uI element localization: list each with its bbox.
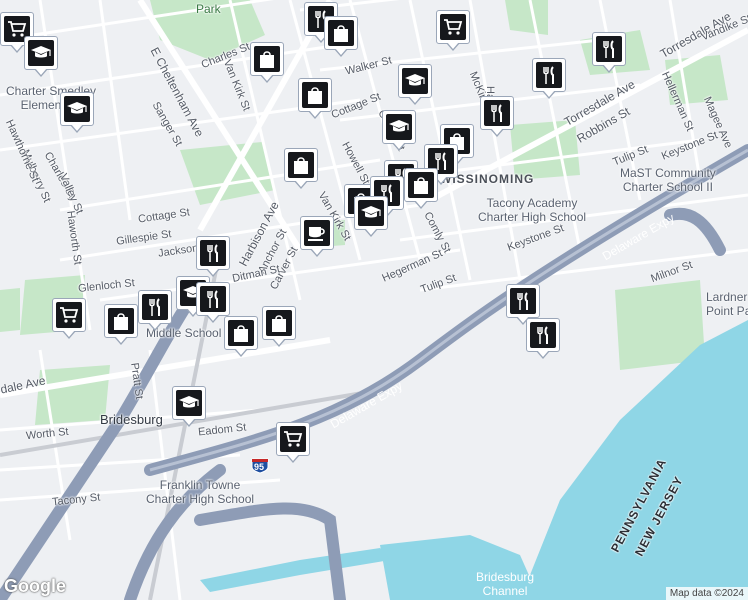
interstate-shield-icon: 95 (251, 458, 269, 474)
graduation-cap-icon (64, 96, 90, 122)
utensils-icon (200, 240, 226, 266)
shopping-bag-icon (228, 320, 254, 346)
utensils-icon (510, 288, 536, 314)
poi-marker[interactable] (60, 92, 94, 133)
poi-marker[interactable] (382, 110, 416, 151)
poi-marker[interactable] (436, 10, 470, 51)
poi-marker[interactable] (104, 304, 138, 345)
park-area (0, 288, 20, 332)
map-base (0, 0, 748, 600)
shopping-bag-icon (254, 46, 280, 72)
poi-marker[interactable] (324, 16, 358, 57)
poi-marker[interactable] (172, 386, 206, 427)
utensils-icon (142, 294, 168, 320)
shopping-bag-icon (302, 82, 328, 108)
google-logo: Google (4, 576, 66, 596)
map-attribution: Map data ©2024 (665, 587, 748, 600)
poi-marker[interactable] (300, 216, 334, 257)
poi-marker[interactable] (250, 42, 284, 83)
graduation-cap-icon (176, 390, 202, 416)
poi-marker[interactable] (298, 78, 332, 119)
poi-marker[interactable] (354, 196, 388, 237)
utensils-icon (536, 62, 562, 88)
poi-marker[interactable] (404, 168, 438, 209)
utensils-icon (484, 100, 510, 126)
poi-marker[interactable] (276, 422, 310, 463)
park-area (505, 0, 548, 35)
poi-marker[interactable] (262, 306, 296, 347)
shopping-bag-icon (408, 172, 434, 198)
poi-marker[interactable] (224, 316, 258, 357)
utensils-icon (596, 36, 622, 62)
graduation-cap-icon (358, 200, 384, 226)
poi-marker[interactable] (284, 148, 318, 189)
interstate-number: 95 (254, 462, 265, 472)
shopping-bag-icon (328, 20, 354, 46)
poi-marker[interactable] (398, 64, 432, 105)
poi-marker[interactable] (24, 36, 58, 77)
poi-marker[interactable] (138, 290, 172, 331)
utensils-icon (200, 286, 226, 312)
poi-marker[interactable] (480, 96, 514, 137)
shopping-cart-icon (440, 14, 466, 40)
shopping-bag-icon (108, 308, 134, 334)
poi-marker[interactable] (592, 32, 626, 73)
poi-marker[interactable] (196, 236, 230, 277)
shopping-cart-icon (280, 426, 306, 452)
graduation-cap-icon (28, 40, 54, 66)
poi-marker[interactable] (526, 318, 560, 359)
shopping-bag-icon (266, 310, 292, 336)
poi-marker[interactable] (52, 298, 86, 339)
shopping-bag-icon (288, 152, 314, 178)
shopping-cart-icon (56, 302, 82, 328)
poi-marker[interactable] (532, 58, 566, 99)
graduation-cap-icon (386, 114, 412, 140)
park-area (665, 55, 728, 105)
utensils-icon (530, 322, 556, 348)
graduation-cap-icon (402, 68, 428, 94)
coffee-cup-icon (304, 220, 330, 246)
map-canvas[interactable]: Park Sanger St Charles St Charles St Van… (0, 0, 748, 600)
